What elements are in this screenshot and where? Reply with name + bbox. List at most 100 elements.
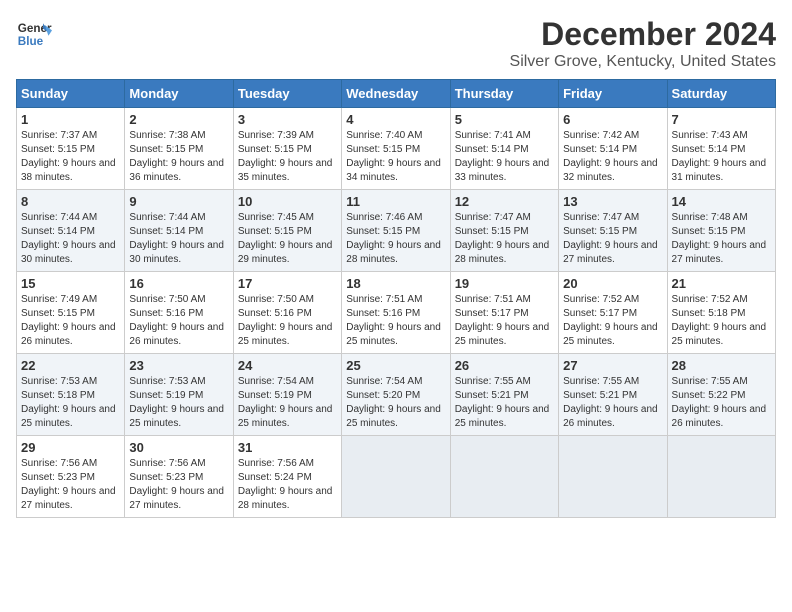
day-number: 15 xyxy=(21,276,120,291)
day-info: Sunrise: 7:54 AMSunset: 5:19 PMDaylight:… xyxy=(238,375,337,431)
calendar-cell: 20Sunrise: 7:52 AMSunset: 5:17 PMDayligh… xyxy=(559,272,667,354)
day-number: 23 xyxy=(129,358,228,373)
col-header-monday: Monday xyxy=(125,80,233,108)
day-info: Sunrise: 7:53 AMSunset: 5:19 PMDaylight:… xyxy=(129,375,228,431)
day-info: Sunrise: 7:46 AMSunset: 5:15 PMDaylight:… xyxy=(346,211,445,267)
col-header-wednesday: Wednesday xyxy=(342,80,450,108)
calendar-cell: 15 Sunrise: 7:49 AMSunset: 5:15 PMDayligh… xyxy=(17,272,125,354)
day-info: Sunrise: 7:37 AMSunset: 5:15 PMDaylight:… xyxy=(21,129,120,185)
day-info: Sunrise: 7:52 AMSunset: 5:18 PMDaylight:… xyxy=(672,293,771,349)
calendar-cell xyxy=(450,436,558,518)
day-info: Sunrise: 7:56 AMSunset: 5:23 PMDaylight:… xyxy=(129,457,228,513)
day-info: Sunrise: 7:55 AMSunset: 5:22 PMDaylight:… xyxy=(672,375,771,431)
calendar-cell: 25 Sunrise: 7:54 AMSunset: 5:20 PMDayligh… xyxy=(342,354,450,436)
calendar-cell: 12 Sunrise: 7:47 AMSunset: 5:15 PMDayligh… xyxy=(450,190,558,272)
day-number: 31 xyxy=(238,440,337,455)
calendar-cell xyxy=(667,436,775,518)
day-number: 7 xyxy=(672,112,771,127)
day-number: 3 xyxy=(238,112,337,127)
calendar-cell: 23 Sunrise: 7:53 AMSunset: 5:19 PMDayligh… xyxy=(125,354,233,436)
col-header-saturday: Saturday xyxy=(667,80,775,108)
calendar-cell: 4 Sunrise: 7:40 AMSunset: 5:15 PMDaylight… xyxy=(342,108,450,190)
day-number: 28 xyxy=(672,358,771,373)
day-number: 12 xyxy=(455,194,554,209)
calendar-cell: 30Sunrise: 7:56 AMSunset: 5:23 PMDayligh… xyxy=(125,436,233,518)
logo-icon: General Blue xyxy=(16,16,52,52)
calendar-cell: 7Sunrise: 7:43 AMSunset: 5:14 PMDaylight… xyxy=(667,108,775,190)
col-header-sunday: Sunday xyxy=(17,80,125,108)
day-number: 19 xyxy=(455,276,554,291)
calendar-header-row: SundayMondayTuesdayWednesdayThursdayFrid… xyxy=(17,80,776,108)
day-info: Sunrise: 7:47 AMSunset: 5:15 PMDaylight:… xyxy=(455,211,554,267)
calendar-cell xyxy=(342,436,450,518)
calendar-cell: 5Sunrise: 7:41 AMSunset: 5:14 PMDaylight… xyxy=(450,108,558,190)
calendar-cell: 22Sunrise: 7:53 AMSunset: 5:18 PMDayligh… xyxy=(17,354,125,436)
day-info: Sunrise: 7:50 AMSunset: 5:16 PMDaylight:… xyxy=(129,293,228,349)
day-info: Sunrise: 7:47 AMSunset: 5:15 PMDaylight:… xyxy=(563,211,662,267)
page-header: General Blue December 2024 Silver Grove,… xyxy=(16,16,776,71)
day-info: Sunrise: 7:38 AMSunset: 5:15 PMDaylight:… xyxy=(129,129,228,185)
day-info: Sunrise: 7:50 AMSunset: 5:16 PMDaylight:… xyxy=(238,293,337,349)
calendar-cell: 6 Sunrise: 7:42 AMSunset: 5:14 PMDaylight… xyxy=(559,108,667,190)
day-info: Sunrise: 7:56 AMSunset: 5:23 PMDaylight:… xyxy=(21,457,120,513)
calendar-cell: 10 Sunrise: 7:45 AMSunset: 5:15 PMDayligh… xyxy=(233,190,341,272)
month-title: December 2024 xyxy=(510,16,776,53)
calendar-cell: 27Sunrise: 7:55 AMSunset: 5:21 PMDayligh… xyxy=(559,354,667,436)
day-number: 1 xyxy=(21,112,120,127)
day-number: 27 xyxy=(563,358,662,373)
calendar-cell: 9 Sunrise: 7:44 AMSunset: 5:14 PMDaylight… xyxy=(125,190,233,272)
calendar-week-row: 15 Sunrise: 7:49 AMSunset: 5:15 PMDayligh… xyxy=(17,272,776,354)
calendar-cell: 8 Sunrise: 7:44 AMSunset: 5:14 PMDaylight… xyxy=(17,190,125,272)
calendar-cell: 21Sunrise: 7:52 AMSunset: 5:18 PMDayligh… xyxy=(667,272,775,354)
day-info: Sunrise: 7:49 AMSunset: 5:15 PMDaylight:… xyxy=(21,293,120,349)
day-number: 17 xyxy=(238,276,337,291)
calendar-week-row: 29 Sunrise: 7:56 AMSunset: 5:23 PMDayligh… xyxy=(17,436,776,518)
logo: General Blue xyxy=(16,16,52,52)
day-number: 29 xyxy=(21,440,120,455)
calendar-cell: 24 Sunrise: 7:54 AMSunset: 5:19 PMDayligh… xyxy=(233,354,341,436)
calendar-cell: 3 Sunrise: 7:39 AMSunset: 5:15 PMDaylight… xyxy=(233,108,341,190)
calendar-week-row: 8 Sunrise: 7:44 AMSunset: 5:14 PMDaylight… xyxy=(17,190,776,272)
day-number: 16 xyxy=(129,276,228,291)
day-number: 22 xyxy=(21,358,120,373)
day-number: 2 xyxy=(129,112,228,127)
col-header-tuesday: Tuesday xyxy=(233,80,341,108)
title-block: December 2024 Silver Grove, Kentucky, Un… xyxy=(510,16,776,71)
day-info: Sunrise: 7:42 AMSunset: 5:14 PMDaylight:… xyxy=(563,129,662,185)
svg-text:Blue: Blue xyxy=(18,35,44,48)
day-info: Sunrise: 7:45 AMSunset: 5:15 PMDaylight:… xyxy=(238,211,337,267)
calendar-week-row: 22Sunrise: 7:53 AMSunset: 5:18 PMDayligh… xyxy=(17,354,776,436)
day-info: Sunrise: 7:44 AMSunset: 5:14 PMDaylight:… xyxy=(21,211,120,267)
day-number: 25 xyxy=(346,358,445,373)
calendar-cell: 28 Sunrise: 7:55 AMSunset: 5:22 PMDayligh… xyxy=(667,354,775,436)
day-number: 20 xyxy=(563,276,662,291)
day-number: 26 xyxy=(455,358,554,373)
day-number: 24 xyxy=(238,358,337,373)
calendar-cell: 17 Sunrise: 7:50 AMSunset: 5:16 PMDayligh… xyxy=(233,272,341,354)
day-number: 13 xyxy=(563,194,662,209)
col-header-friday: Friday xyxy=(559,80,667,108)
location-title: Silver Grove, Kentucky, United States xyxy=(510,53,776,71)
day-number: 11 xyxy=(346,194,445,209)
calendar-cell: 29 Sunrise: 7:56 AMSunset: 5:23 PMDayligh… xyxy=(17,436,125,518)
col-header-thursday: Thursday xyxy=(450,80,558,108)
day-info: Sunrise: 7:40 AMSunset: 5:15 PMDaylight:… xyxy=(346,129,445,185)
calendar-week-row: 1 Sunrise: 7:37 AMSunset: 5:15 PMDaylight… xyxy=(17,108,776,190)
day-info: Sunrise: 7:39 AMSunset: 5:15 PMDaylight:… xyxy=(238,129,337,185)
day-info: Sunrise: 7:54 AMSunset: 5:20 PMDaylight:… xyxy=(346,375,445,431)
day-info: Sunrise: 7:44 AMSunset: 5:14 PMDaylight:… xyxy=(129,211,228,267)
day-number: 10 xyxy=(238,194,337,209)
day-number: 6 xyxy=(563,112,662,127)
calendar-cell: 13 Sunrise: 7:47 AMSunset: 5:15 PMDayligh… xyxy=(559,190,667,272)
day-info: Sunrise: 7:56 AMSunset: 5:24 PMDaylight:… xyxy=(238,457,337,513)
day-number: 14 xyxy=(672,194,771,209)
calendar-cell: 14 Sunrise: 7:48 AMSunset: 5:15 PMDayligh… xyxy=(667,190,775,272)
day-number: 4 xyxy=(346,112,445,127)
day-number: 9 xyxy=(129,194,228,209)
day-info: Sunrise: 7:55 AMSunset: 5:21 PMDaylight:… xyxy=(455,375,554,431)
day-info: Sunrise: 7:48 AMSunset: 5:15 PMDaylight:… xyxy=(672,211,771,267)
calendar-cell xyxy=(559,436,667,518)
calendar-table: SundayMondayTuesdayWednesdayThursdayFrid… xyxy=(16,79,776,518)
day-number: 8 xyxy=(21,194,120,209)
day-info: Sunrise: 7:41 AMSunset: 5:14 PMDaylight:… xyxy=(455,129,554,185)
